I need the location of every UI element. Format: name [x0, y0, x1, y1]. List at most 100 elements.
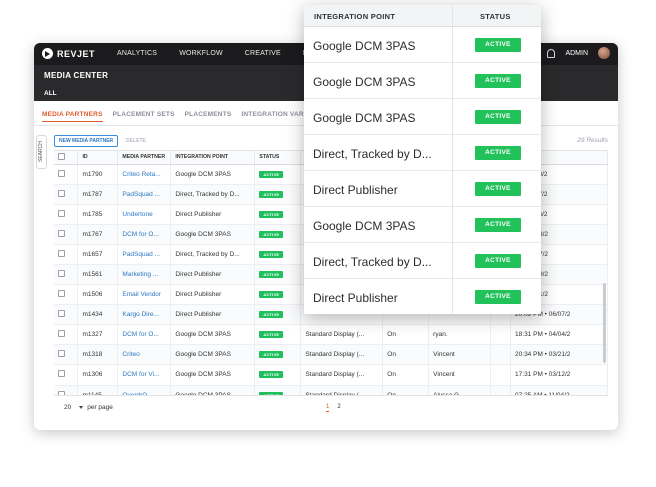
avatar[interactable] — [598, 47, 610, 59]
row-select-cell[interactable] — [54, 244, 79, 265]
row-select-cell[interactable] — [54, 344, 79, 366]
card-row[interactable]: Direct Publisher ACTIVE — [304, 171, 541, 207]
column-header[interactable]: STATUS — [254, 151, 302, 165]
cell-placement-type-text: Standard Display (... — [305, 371, 365, 379]
cell-media-partner-text[interactable]: DCM for Vi... — [122, 371, 159, 378]
search-side-tab[interactable]: SEARCH — [36, 135, 47, 169]
cell-media-partner-text[interactable]: Criteo — [122, 351, 139, 358]
table-row[interactable]: m1327 DCM for O... Google DCM 3PAS ACTIVE St… — [54, 324, 608, 346]
column-header[interactable]: MEDIA PARTNER — [117, 151, 172, 165]
cell-toggle: On — [382, 324, 430, 346]
row-select-cell[interactable] — [54, 364, 79, 386]
page-size-selector[interactable]: 20 per page — [64, 404, 113, 411]
cell-media-partner-text[interactable]: Marketing ... — [122, 271, 158, 278]
new-media-partner-button[interactable]: NEW MEDIA PARTNER — [54, 135, 119, 147]
nav-workflow[interactable]: WORKFLOW — [168, 50, 234, 57]
cell-modified-text: 20:34 PM • 03/21/2 — [515, 351, 571, 359]
column-header[interactable]: INTEGRATION POINT — [170, 151, 256, 165]
nav-creative[interactable]: CREATIVE — [234, 50, 292, 57]
tab-media-partners[interactable]: MEDIA PARTNERS — [42, 111, 103, 122]
cell-id: m1561 — [77, 264, 119, 286]
row-select-cell[interactable] — [54, 324, 79, 346]
cell-media-partner[interactable]: PadSquad ... — [117, 184, 172, 205]
row-checkbox[interactable] — [58, 249, 65, 257]
cell-media-partner[interactable]: DCM for O... — [117, 324, 172, 346]
logo-text: REVJET — [57, 48, 96, 59]
table-row[interactable]: m1318 Criteo Google DCM 3PAS ACTIVE Standard… — [54, 344, 608, 366]
page-link-1[interactable]: 1 — [326, 404, 330, 412]
table-row[interactable]: m1145OverdrO...Google DCM 3PASACTIVEStan… — [54, 385, 608, 395]
cell-integration-point-text: Direct, Tracked by D... — [175, 190, 240, 198]
breadcrumb[interactable]: ALL — [44, 90, 57, 97]
card-row[interactable]: Direct Publisher ACTIVE — [304, 279, 541, 314]
bell-icon[interactable] — [547, 48, 556, 58]
cell-toggle: On — [382, 344, 430, 366]
nav-analytics[interactable]: ANALYTICS — [106, 50, 168, 57]
status-badge: ACTIVE — [259, 371, 284, 379]
cell-media-partner[interactable]: OverdrO... — [117, 385, 172, 395]
cell-media-partner[interactable]: Email Vendor — [117, 284, 172, 306]
column-header[interactable]: ID — [77, 151, 119, 165]
cell-media-partner-text[interactable]: DCM for O... — [122, 231, 158, 238]
cell-id: m1434 — [77, 304, 119, 326]
cell-toggle-text: On — [387, 331, 396, 339]
card-row[interactable]: Google DCM 3PAS ACTIVE — [304, 63, 541, 99]
cell-media-partner[interactable]: Undertone — [117, 204, 172, 225]
row-select-cell[interactable] — [54, 304, 79, 326]
status-badge: ACTIVE — [259, 291, 284, 299]
row-checkbox[interactable] — [58, 370, 65, 378]
table-row[interactable]: m1306 DCM for Vi... Google DCM 3PAS ACTIVE S… — [54, 364, 608, 386]
tab-placement-sets[interactable]: PLACEMENT SETS — [113, 111, 175, 122]
cell-media-partner-text[interactable]: Email Vendor — [122, 291, 161, 298]
cell-media-partner-text[interactable]: DCM for O... — [122, 331, 158, 338]
row-select-cell[interactable] — [54, 264, 79, 286]
cell-media-partner-text[interactable]: Undertone — [122, 211, 152, 218]
row-checkbox[interactable] — [58, 330, 65, 338]
cell-media-partner[interactable]: PadSquad ... — [117, 244, 172, 265]
cell-extra — [490, 324, 512, 346]
row-checkbox[interactable] — [58, 270, 65, 278]
cell-media-partner[interactable]: DCM for Vi... — [117, 364, 172, 386]
delete-button[interactable]: DELETE — [126, 138, 146, 144]
row-checkbox[interactable] — [58, 189, 65, 197]
row-checkbox[interactable] — [58, 350, 65, 358]
cell-integration-point-text: Direct Publisher — [175, 271, 222, 279]
select-all-header[interactable] — [54, 151, 79, 165]
cell-media-partner[interactable]: Marketing ... — [117, 264, 172, 286]
grid-scrollbar[interactable] — [603, 283, 606, 363]
row-select-cell[interactable] — [54, 184, 79, 205]
card-header: INTEGRATION POINT STATUS — [304, 5, 541, 27]
row-select-cell[interactable] — [54, 284, 79, 306]
row-checkbox[interactable] — [58, 290, 65, 298]
cell-media-partner-text[interactable]: Criteo Reta... — [122, 171, 160, 178]
cell-integration-point-text: Direct, Tracked by D... — [175, 250, 240, 258]
row-checkbox[interactable] — [58, 310, 65, 318]
cell-media-partner[interactable]: Criteo — [117, 344, 172, 366]
row-checkbox[interactable] — [58, 209, 65, 217]
card-row[interactable]: Google DCM 3PAS ACTIVE — [304, 99, 541, 135]
card-row[interactable]: Google DCM 3PAS ACTIVE — [304, 207, 541, 243]
cell-media-partner-text[interactable]: PadSquad ... — [122, 251, 160, 258]
tab-placements[interactable]: PLACEMENTS — [185, 111, 232, 122]
row-select-cell[interactable] — [54, 204, 79, 225]
cell-media-partner-text[interactable]: Kargo Dire... — [122, 311, 159, 318]
cell-placement-type-text: Standard Display (... — [305, 351, 365, 359]
row-select-cell[interactable] — [54, 224, 79, 245]
card-row[interactable]: Google DCM 3PAS ACTIVE — [304, 27, 541, 63]
cell-extra — [490, 364, 512, 386]
logo[interactable]: REVJET — [42, 48, 95, 59]
admin-label[interactable]: ADMIN — [565, 50, 588, 57]
card-row[interactable]: Direct, Tracked by D... ACTIVE — [304, 243, 541, 279]
select-all-checkbox[interactable] — [58, 152, 65, 160]
page-link-2[interactable]: 2 — [337, 404, 340, 412]
card-row[interactable]: Direct, Tracked by D... ACTIVE — [304, 135, 541, 171]
cell-media-partner-text[interactable]: PadSquad ... — [122, 191, 160, 198]
cell-media-partner[interactable]: Criteo Reta... — [117, 164, 172, 185]
cell-media-partner[interactable]: Kargo Dire... — [117, 304, 172, 326]
row-select-cell[interactable] — [54, 164, 79, 185]
row-select-cell[interactable] — [54, 385, 79, 395]
cell-extra — [490, 344, 512, 366]
cell-media-partner[interactable]: DCM for O... — [117, 224, 172, 245]
row-checkbox[interactable] — [58, 169, 65, 177]
row-checkbox[interactable] — [58, 229, 65, 237]
